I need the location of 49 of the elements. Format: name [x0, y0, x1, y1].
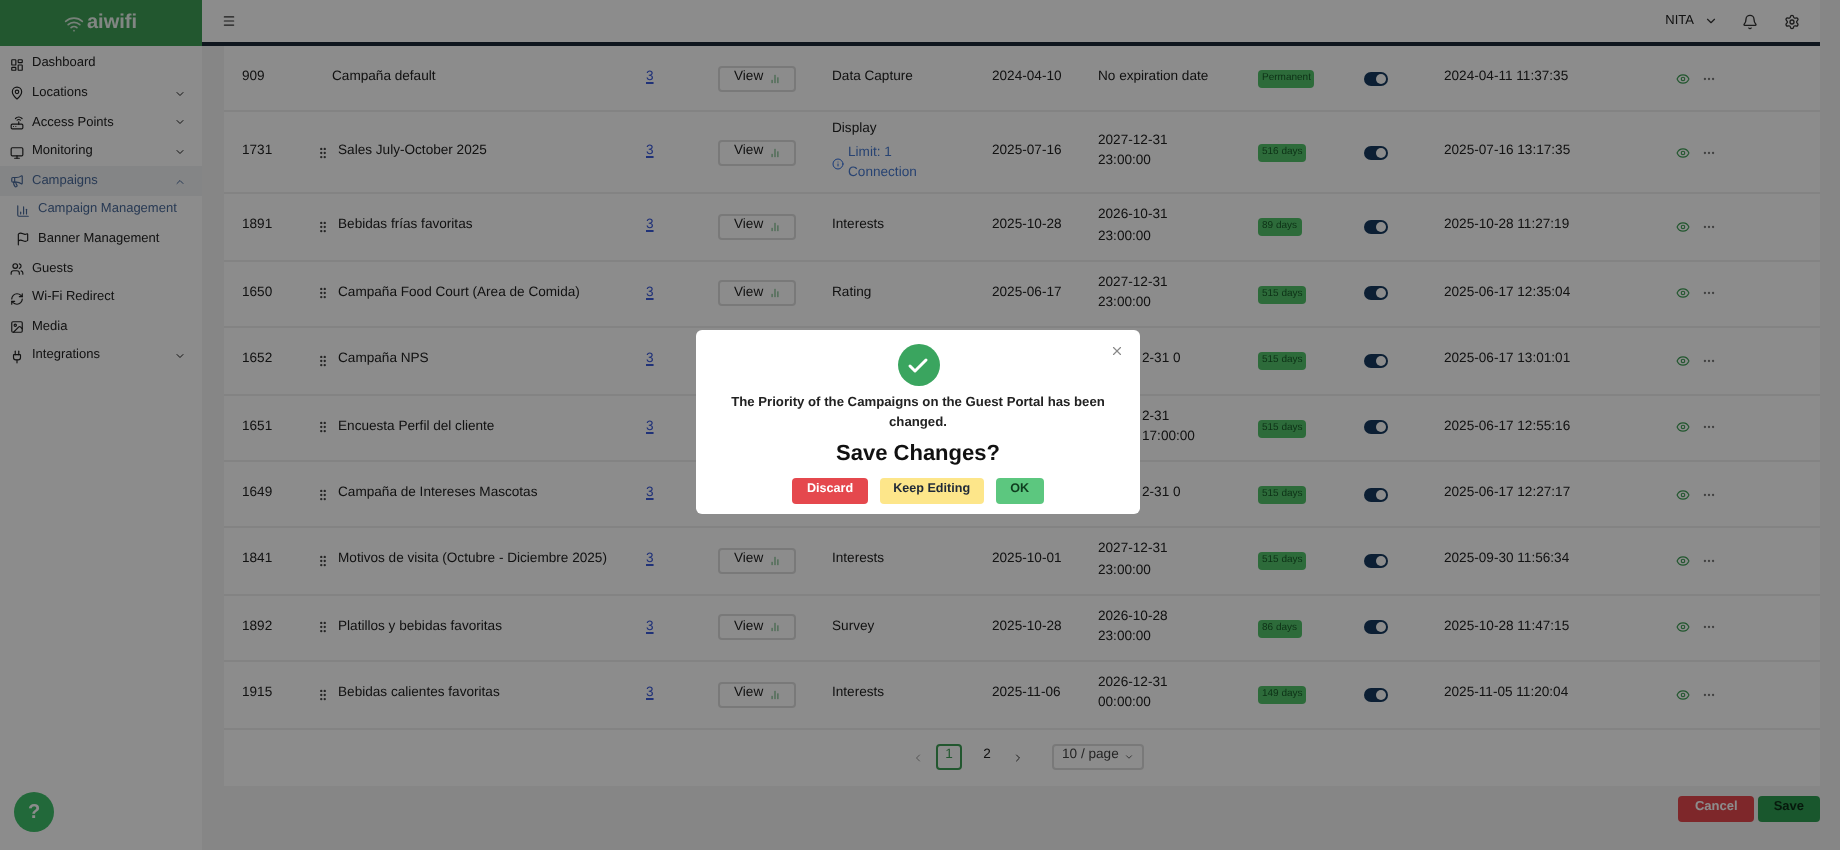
settings-icon[interactable] [1784, 13, 1800, 29]
eye-icon[interactable] [1676, 487, 1690, 502]
toggle-switch[interactable] [1364, 420, 1388, 435]
refresh-icon [10, 291, 24, 306]
toggle-switch[interactable] [1364, 554, 1388, 569]
toggle-switch[interactable] [1364, 620, 1388, 635]
toggle-switch[interactable] [1364, 353, 1388, 368]
eye-icon[interactable] [1676, 420, 1690, 435]
toggle-switch[interactable] [1364, 71, 1388, 86]
flag-icon [16, 232, 30, 247]
chart-icon [769, 622, 780, 633]
toggle-switch[interactable] [1364, 286, 1388, 301]
chart-icon [769, 222, 780, 233]
toggle-switch[interactable] [1364, 220, 1388, 235]
monitor-icon [10, 145, 24, 160]
bell-icon[interactable] [1742, 13, 1758, 29]
chevron-down-icon[interactable] [1704, 14, 1718, 28]
chart-icon [769, 288, 780, 299]
eye-icon[interactable] [1676, 353, 1690, 368]
chart-icon [769, 147, 780, 158]
eye-icon[interactable] [1676, 145, 1690, 160]
chevron-down-icon [1124, 752, 1135, 763]
eye-icon[interactable] [1676, 620, 1690, 635]
info-icon [832, 158, 844, 171]
toggle-switch[interactable] [1364, 487, 1388, 502]
users-icon [10, 261, 24, 276]
chart-icon [769, 689, 780, 700]
success-check-icon [897, 344, 939, 386]
plug-icon [10, 349, 24, 364]
eye-icon[interactable] [1676, 554, 1690, 569]
eye-icon[interactable] [1676, 687, 1690, 702]
map-pin-icon [10, 86, 24, 101]
router-icon [10, 115, 24, 130]
toggle-switch[interactable] [1364, 687, 1388, 702]
chart-icon [769, 73, 780, 84]
toggle-switch[interactable] [1364, 145, 1388, 160]
wifi-logo-icon [64, 13, 85, 33]
menu-icon[interactable] [222, 14, 236, 28]
eye-icon[interactable] [1676, 71, 1690, 86]
image-icon [10, 320, 24, 335]
next-page-icon[interactable] [1012, 751, 1024, 764]
eye-icon[interactable] [1676, 286, 1690, 301]
chart-icon [769, 556, 780, 567]
eye-icon[interactable] [1676, 220, 1690, 235]
dashboard-icon [10, 57, 24, 72]
close-icon[interactable] [1110, 344, 1124, 358]
logo-text: aiwifi [86, 10, 137, 38]
bar-chart-icon [16, 203, 30, 218]
megaphone-icon [10, 174, 24, 189]
